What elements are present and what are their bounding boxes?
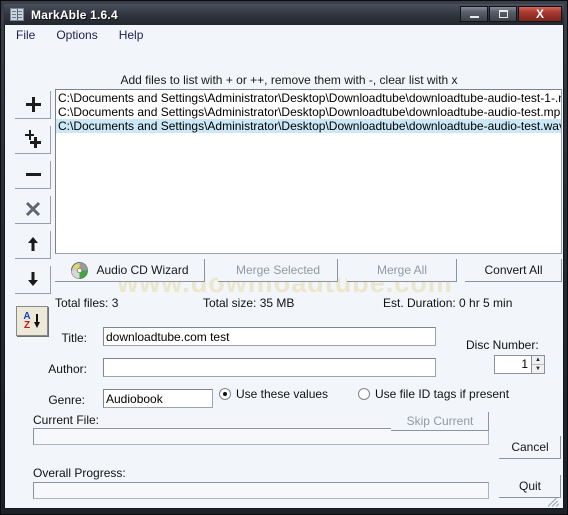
arrow-up-icon (22, 234, 44, 254)
quit-label: Quit (518, 479, 541, 493)
x-icon (22, 199, 44, 219)
spinner-up-icon[interactable]: ▲ (532, 356, 544, 365)
duration-label: Est. Duration: 0 hr 5 min (383, 296, 513, 310)
title-field-label: Title: (61, 331, 87, 345)
move-down-button[interactable] (15, 264, 51, 294)
genre-field-label: Genre: (48, 393, 85, 407)
window-frame: MarkAble 1.6.4 X File Options Help DO (0, 0, 568, 515)
maximize-button[interactable] (489, 6, 517, 22)
current-file-label: Current File: (33, 413, 100, 427)
menu-item-file[interactable]: File (13, 27, 38, 43)
radio-dot-icon (358, 388, 370, 400)
audio-cd-wizard-button[interactable]: Audio CD Wizard (55, 258, 205, 282)
menu-item-help[interactable]: Help (116, 27, 147, 43)
radio-use-these-values[interactable]: Use these values (219, 387, 328, 401)
title-bar[interactable]: MarkAble 1.6.4 X (4, 4, 564, 25)
plus-icon (22, 94, 44, 114)
move-up-button[interactable] (15, 229, 51, 259)
close-icon: X (535, 7, 544, 21)
maximize-icon (498, 10, 508, 18)
menu-bar: File Options Help (5, 25, 563, 45)
sort-arrow-down-icon (33, 314, 40, 328)
total-size-label: Total size: 35 MB (203, 296, 295, 310)
clear-list-button[interactable] (15, 194, 51, 224)
radio-use-id-tags[interactable]: Use file ID tags if present (358, 387, 509, 401)
list-item[interactable]: C:\Documents and Settings\Administrator\… (56, 105, 561, 119)
skip-current-label: Skip Current (406, 414, 474, 428)
left-toolbar: A Z (15, 89, 51, 336)
overall-progress-bar (33, 482, 489, 499)
client-area: File Options Help DOWNLOADTUBE www.downl… (4, 25, 564, 509)
add-folder-button[interactable] (15, 124, 51, 154)
cancel-button[interactable]: Cancel (499, 435, 561, 459)
minimize-button[interactable] (460, 6, 488, 22)
close-button[interactable]: X (518, 6, 562, 22)
list-item[interactable]: C:\Documents and Settings\Administrator\… (56, 91, 561, 105)
convert-all-button[interactable]: Convert All (465, 258, 562, 282)
stats-row: Total files: 3 Total size: 35 MB Est. Du… (55, 296, 562, 312)
spinner-down-icon[interactable]: ▼ (532, 365, 544, 373)
author-input[interactable] (103, 358, 436, 377)
radio-use-these-values-label: Use these values (236, 387, 329, 401)
merge-selected-button[interactable]: Merge Selected (218, 258, 338, 282)
merge-all-label: Merge All (376, 263, 428, 277)
window-controls: X (460, 6, 562, 22)
file-list[interactable]: C:\Documents and Settings\Administrator\… (55, 89, 562, 254)
audio-cd-wizard-label: Audio CD Wizard (96, 263, 189, 277)
disc-number-input[interactable]: 1 (494, 355, 532, 374)
skip-current-button[interactable]: Skip Current (391, 411, 489, 431)
sort-letter-z: Z (23, 320, 31, 331)
hint-text: Add files to list with + or ++, remove t… (120, 73, 458, 87)
application-window: MarkAble 1.6.4 X File Options Help DO (0, 0, 568, 515)
genre-input[interactable] (103, 389, 213, 408)
disc-number-label: Disc Number: (466, 338, 539, 352)
list-item[interactable]: C:\Documents and Settings\Administrator\… (56, 119, 561, 133)
window-title: MarkAble 1.6.4 (31, 7, 118, 22)
convert-all-label: Convert All (484, 263, 543, 277)
cd-disc-icon (71, 261, 89, 279)
action-button-row: Audio CD Wizard Merge Selected Merge All… (55, 258, 562, 282)
author-field-label: Author: (48, 362, 87, 376)
disc-number-stepper[interactable]: ▲ ▼ (532, 355, 545, 374)
radio-use-id-tags-label: Use file ID tags if present (375, 387, 510, 401)
minus-icon (22, 164, 44, 184)
cancel-label: Cancel (511, 440, 549, 454)
menu-item-options[interactable]: Options (53, 27, 100, 43)
quit-button[interactable]: Quit (499, 474, 561, 498)
merge-all-button[interactable]: Merge All (347, 258, 457, 282)
radio-dot-icon (219, 388, 231, 400)
arrow-down-icon (22, 269, 44, 289)
title-input[interactable] (103, 327, 436, 346)
remove-file-button[interactable] (15, 159, 51, 189)
book-icon (9, 7, 25, 23)
merge-selected-label: Merge Selected (235, 263, 321, 277)
sort-az-icon: A Z (23, 312, 31, 331)
overall-progress-label: Overall Progress: (33, 466, 126, 480)
minimize-icon (469, 16, 479, 18)
add-file-button[interactable] (15, 89, 51, 119)
total-files-label: Total files: 3 (55, 296, 119, 310)
plus-plus-icon (22, 129, 44, 149)
